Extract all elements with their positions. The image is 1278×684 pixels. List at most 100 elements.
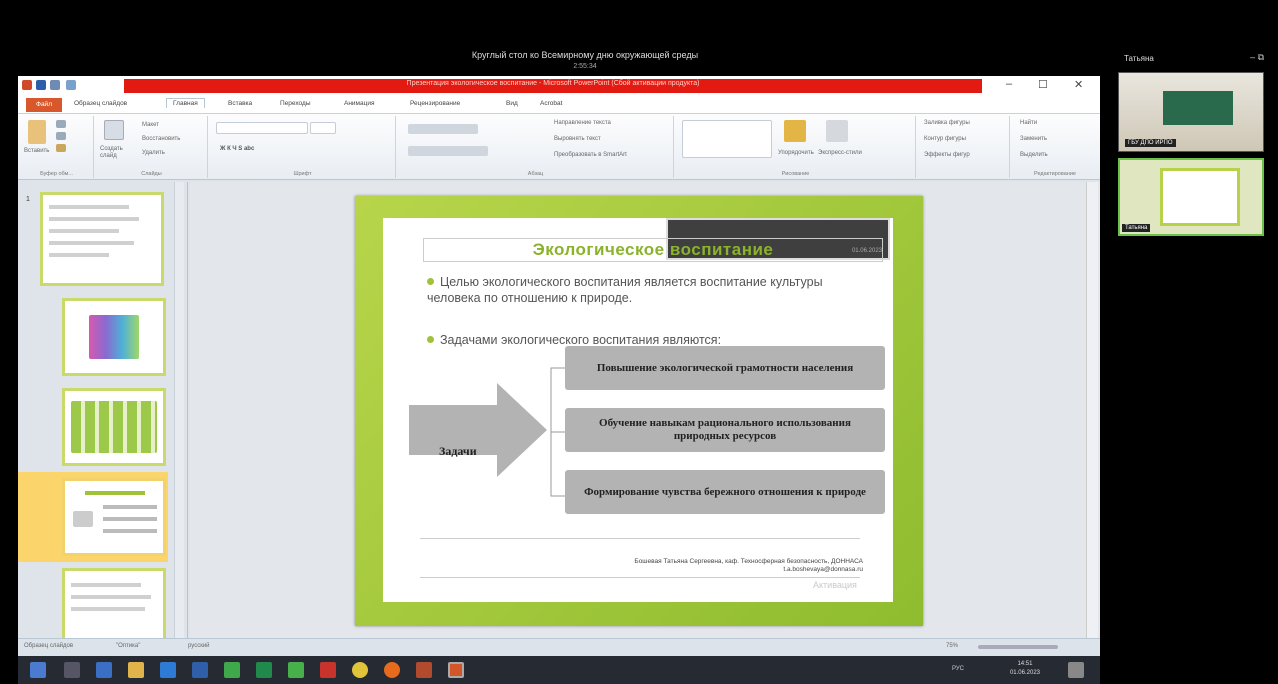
app3-icon[interactable]: [416, 662, 432, 678]
tab-review[interactable]: Рецензирование: [410, 100, 460, 107]
replace-button[interactable]: Заменить: [1020, 136, 1047, 142]
slide-thumbnail[interactable]: [62, 298, 166, 376]
format-painter-icon[interactable]: [56, 144, 66, 152]
save-icon[interactable]: [36, 80, 46, 90]
font-name-select[interactable]: [216, 122, 308, 134]
slide-thumbnail-selected[interactable]: [62, 478, 166, 556]
group-drawing: Упорядочить Экспресс-стили Рисование: [676, 116, 916, 178]
app2-icon[interactable]: [288, 662, 304, 678]
chrome-icon[interactable]: [224, 662, 240, 678]
group-label-clipboard: Буфер обм...: [40, 171, 73, 177]
group-slides: Создать слайд Макет Восстановить Удалить…: [96, 116, 208, 178]
zoom-slider[interactable]: [978, 645, 1058, 649]
font-format-buttons[interactable]: Ж К Ч S abc: [220, 146, 254, 152]
tab-view[interactable]: Вид: [506, 100, 518, 107]
new-slide-button[interactable]: Создать слайд: [100, 146, 134, 160]
slides-panel: 1: [18, 182, 188, 646]
status-language[interactable]: русский: [188, 643, 210, 649]
search-icon[interactable]: [64, 662, 80, 678]
notifications-icon[interactable]: [1068, 662, 1084, 678]
quick-styles-icon[interactable]: [826, 120, 848, 142]
paste-icon[interactable]: [28, 120, 46, 144]
paste-button[interactable]: Вставить: [24, 148, 49, 154]
group-clipboard: Вставить Буфер обм...: [20, 116, 94, 178]
tab-acrobat[interactable]: Acrobat: [540, 100, 562, 107]
yandex-icon[interactable]: [352, 662, 368, 678]
ppt-app-icon[interactable]: [22, 80, 32, 90]
participants-name: Татьяна: [1124, 54, 1154, 63]
store-icon[interactable]: [96, 662, 112, 678]
shapes-gallery[interactable]: [682, 120, 772, 158]
meeting-title-text: Круглый стол ко Всемирному дню окружающе…: [471, 50, 699, 60]
shape-effects-button[interactable]: Эффекты фигур: [924, 152, 970, 158]
tray-language[interactable]: РУС: [952, 666, 964, 672]
acrobat-icon[interactable]: [320, 662, 336, 678]
slide-thumbnail[interactable]: [62, 388, 166, 466]
align-buttons[interactable]: [408, 146, 488, 156]
excel-icon[interactable]: [256, 662, 272, 678]
delete-button[interactable]: Удалить: [142, 150, 165, 156]
window-title: Презентация экологическое воспитание - M…: [406, 80, 700, 87]
shape-outline-button[interactable]: Контур фигуры: [924, 136, 966, 142]
slides-panel-scrollbar[interactable]: [174, 182, 184, 638]
redo-icon[interactable]: [66, 80, 76, 90]
powerpoint-taskbar-icon[interactable]: [448, 662, 464, 678]
participants-panel: Татьяна – ⧉ ГБУ ДПО ИРПО Татьяна: [1112, 44, 1272, 256]
participant-label: Татьяна: [1122, 224, 1151, 232]
minimize-button[interactable]: –: [1006, 78, 1012, 90]
bullet-goal-text: Целью экологического воспитания является…: [427, 275, 823, 305]
tray-clock[interactable]: 14:51 01.06.2023: [1010, 660, 1040, 678]
tab-file[interactable]: Файл: [26, 98, 62, 112]
meeting-title: Круглый стол ко Всемирному дню окружающе…: [300, 50, 870, 72]
app-icon[interactable]: [160, 662, 176, 678]
zoom-level[interactable]: 75%: [946, 643, 958, 649]
tasks-arrow-shape: [409, 383, 547, 477]
slide-thumbnail[interactable]: [40, 192, 164, 286]
list-buttons[interactable]: [408, 124, 478, 134]
shape-fill-button[interactable]: Заливка фигуры: [924, 120, 970, 126]
shared-screen-preview: [1160, 168, 1240, 226]
group-label-editing: Редактирование: [1034, 171, 1076, 177]
font-size-select[interactable]: [310, 122, 336, 134]
find-button[interactable]: Найти: [1020, 120, 1037, 126]
slide-thumbnail[interactable]: [62, 568, 166, 646]
ribbon-tabs: Файл Образец слайдов Главная Вставка Пер…: [18, 96, 1100, 114]
task-box-3: Формирование чувства бережного отношения…: [565, 470, 885, 514]
select-button[interactable]: Выделить: [1020, 152, 1048, 158]
arrange-button[interactable]: Упорядочить: [778, 150, 814, 156]
align-text-button[interactable]: Выровнять текст: [554, 136, 601, 142]
tab-transitions[interactable]: Переходы: [280, 100, 311, 107]
undo-icon[interactable]: [50, 80, 60, 90]
layout-button[interactable]: Макет: [142, 122, 159, 128]
footer-email: t.a.boshevaya@donnasa.ru: [783, 566, 863, 573]
reset-button[interactable]: Восстановить: [142, 136, 180, 142]
start-icon[interactable]: [30, 662, 46, 678]
explorer-icon[interactable]: [128, 662, 144, 678]
word-icon[interactable]: [192, 662, 208, 678]
tray-date: 01.06.2023: [1009, 670, 1040, 676]
group-label-paragraph: Абзац: [527, 171, 544, 177]
cut-icon[interactable]: [56, 120, 66, 128]
participant-video-active[interactable]: Татьяна: [1118, 158, 1264, 236]
text-direction-button[interactable]: Направление текста: [554, 120, 611, 126]
tab-insert[interactable]: Вставка: [228, 100, 252, 107]
quick-styles-button[interactable]: Экспресс-стили: [818, 150, 862, 156]
group-paragraph: Направление текста Выровнять текст Преоб…: [398, 116, 674, 178]
participant-video[interactable]: ГБУ ДПО ИРПО: [1118, 72, 1264, 152]
screen: Круглый стол ко Всемирному дню окружающе…: [0, 0, 1278, 684]
panel-controls-icon[interactable]: – ⧉: [1250, 52, 1264, 63]
tab-animation[interactable]: Анимация: [344, 100, 375, 107]
browser-icon[interactable]: [384, 662, 400, 678]
maximize-button[interactable]: ☐: [1038, 78, 1048, 91]
tab-slide-master[interactable]: Образец слайдов: [74, 100, 127, 107]
new-slide-icon[interactable]: [104, 120, 124, 140]
bullet-goal: Целью экологического воспитания является…: [427, 274, 857, 306]
smartart-button[interactable]: Преобразовать в SmartArt: [554, 152, 627, 158]
tab-home[interactable]: Главная: [166, 98, 205, 108]
arrange-icon[interactable]: [784, 120, 806, 142]
close-button[interactable]: ✕: [1074, 78, 1083, 91]
canvas-scrollbar[interactable]: [1086, 182, 1098, 638]
copy-icon[interactable]: [56, 132, 66, 140]
slide-number: 1: [26, 196, 30, 203]
ribbon: Вставить Буфер обм... Создать слайд Маке…: [18, 114, 1100, 180]
